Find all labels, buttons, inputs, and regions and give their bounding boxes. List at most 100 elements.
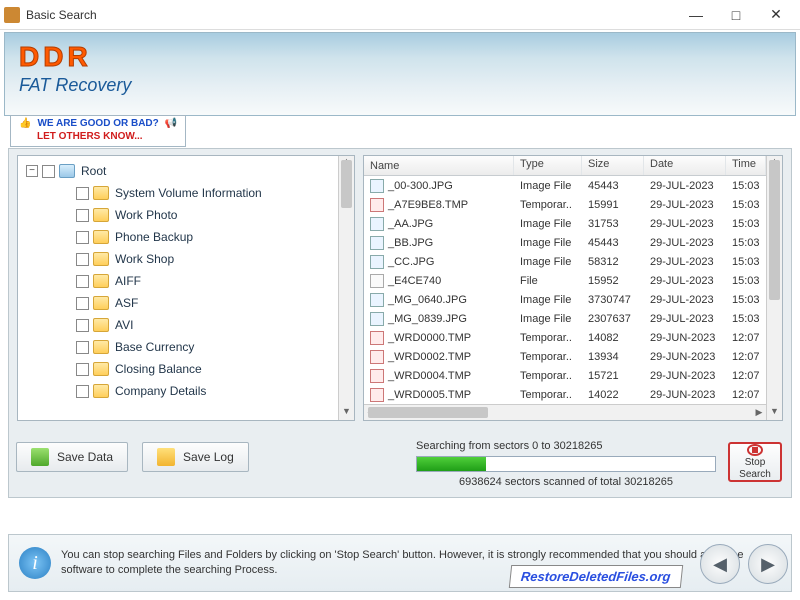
- forward-button[interactable]: ▶: [748, 544, 788, 584]
- tree-item[interactable]: Work Shop: [20, 248, 352, 270]
- file-list-pane: Name Type Size Date Time _00-300.JPGImag…: [363, 155, 783, 421]
- feedback-button[interactable]: 👍 WE ARE GOOD OR BAD? 📢 LET OTHERS KNOW.…: [10, 115, 186, 147]
- file-icon: [370, 274, 384, 288]
- file-time: 15:03: [726, 256, 766, 268]
- stop-icon: [747, 444, 763, 456]
- col-name[interactable]: Name: [364, 156, 514, 175]
- folder-icon: [93, 186, 109, 200]
- checkbox[interactable]: [76, 253, 89, 266]
- checkbox[interactable]: [76, 341, 89, 354]
- tree-item[interactable]: ASF: [20, 292, 352, 314]
- file-size: 13934: [582, 351, 644, 363]
- col-date[interactable]: Date: [644, 156, 726, 175]
- tree-item[interactable]: AVI: [20, 314, 352, 336]
- table-row[interactable]: _CC.JPGImage File5831229-JUL-202315:03: [364, 252, 782, 271]
- file-type: Temporar..: [514, 332, 582, 344]
- checkbox[interactable]: [76, 297, 89, 310]
- stop-search-button[interactable]: Stop Search: [728, 442, 782, 482]
- tree-item[interactable]: Closing Balance: [20, 358, 352, 380]
- scroll-thumb[interactable]: [341, 160, 352, 208]
- table-row[interactable]: _MG_0640.JPGImage File373074729-JUL-2023…: [364, 290, 782, 309]
- col-size[interactable]: Size: [582, 156, 644, 175]
- feedback-line1: WE ARE GOOD OR BAD?: [37, 118, 158, 129]
- table-row[interactable]: _WRD0000.TMPTemporar..1408229-JUN-202312…: [364, 328, 782, 347]
- table-row[interactable]: _MG_0839.JPGImage File230763729-JUL-2023…: [364, 309, 782, 328]
- folder-icon: [93, 318, 109, 332]
- file-name: _WRD0002.TMP: [388, 351, 471, 363]
- tree-item[interactable]: Company Details: [20, 380, 352, 402]
- tree-item[interactable]: AIFF: [20, 270, 352, 292]
- table-row[interactable]: _BB.JPGImage File4544329-JUL-202315:03: [364, 233, 782, 252]
- stop-label-1: Stop: [745, 457, 766, 468]
- file-icon: [370, 350, 384, 364]
- checkbox[interactable]: [42, 165, 55, 178]
- progress-area: Searching from sectors 0 to 30218265 693…: [416, 440, 716, 488]
- back-button[interactable]: ◀: [700, 544, 740, 584]
- checkbox[interactable]: [76, 231, 89, 244]
- table-row[interactable]: _WRD0004.TMPTemporar..1572129-JUN-202312…: [364, 366, 782, 385]
- col-time[interactable]: Time: [726, 156, 766, 175]
- checkbox[interactable]: [76, 385, 89, 398]
- url-badge[interactable]: RestoreDeletedFiles.org: [509, 565, 683, 588]
- checkbox[interactable]: [76, 209, 89, 222]
- tree-root[interactable]: −Root: [20, 160, 352, 182]
- file-date: 29-JUL-2023: [644, 275, 726, 287]
- file-time: 12:07: [726, 332, 766, 344]
- file-time: 15:03: [726, 237, 766, 249]
- scroll-down-icon[interactable]: ▼: [339, 406, 354, 420]
- minimize-button[interactable]: —: [676, 3, 716, 27]
- tree-pane: −RootSystem Volume Information Work Photo…: [17, 155, 355, 421]
- progress-bar: [416, 456, 716, 472]
- tree-item[interactable]: Work Photo: [20, 204, 352, 226]
- save-data-button[interactable]: Save Data: [16, 442, 128, 472]
- tree-item-label: Work Shop: [115, 252, 174, 266]
- table-row[interactable]: _AA.JPGImage File3175329-JUL-202315:03: [364, 214, 782, 233]
- checkbox[interactable]: [76, 363, 89, 376]
- scroll-thumb[interactable]: [368, 407, 488, 418]
- table-row[interactable]: _00-300.JPGImage File4544329-JUL-202315:…: [364, 176, 782, 195]
- file-date: 29-JUL-2023: [644, 237, 726, 249]
- tree-vertical-scrollbar[interactable]: ▲ ▼: [338, 156, 354, 420]
- collapse-icon[interactable]: −: [26, 165, 38, 177]
- checkbox[interactable]: [76, 187, 89, 200]
- scroll-down-icon[interactable]: ▼: [767, 406, 782, 420]
- save-data-label: Save Data: [57, 450, 113, 464]
- file-size: 15721: [582, 370, 644, 382]
- checkbox[interactable]: [76, 319, 89, 332]
- file-type: Temporar..: [514, 199, 582, 211]
- file-size: 45443: [582, 180, 644, 192]
- tree-item-label: Work Photo: [115, 208, 177, 222]
- scroll-right-icon[interactable]: ▶: [752, 405, 766, 420]
- file-icon: [370, 255, 384, 269]
- tree-item[interactable]: Phone Backup: [20, 226, 352, 248]
- save-log-button[interactable]: Save Log: [142, 442, 249, 472]
- table-row[interactable]: _WRD0002.TMPTemporar..1393429-JUN-202312…: [364, 347, 782, 366]
- file-name: _CC.JPG: [388, 256, 434, 268]
- banner: DDR FAT Recovery: [4, 32, 796, 116]
- file-icon: [370, 179, 384, 193]
- list-header: Name Type Size Date Time: [364, 156, 782, 176]
- tree-item-label: Phone Backup: [115, 230, 193, 244]
- file-date: 29-JUN-2023: [644, 370, 726, 382]
- scroll-thumb[interactable]: [769, 160, 780, 300]
- tree-item[interactable]: System Volume Information: [20, 182, 352, 204]
- table-row[interactable]: _E4CE740File1595229-JUL-202315:03: [364, 271, 782, 290]
- list-vertical-scrollbar[interactable]: ▲ ▼: [766, 156, 782, 420]
- maximize-button[interactable]: □: [716, 3, 756, 27]
- tree-item[interactable]: Base Currency: [20, 336, 352, 358]
- table-row[interactable]: _WRD0005.TMPTemporar..1402229-JUN-202312…: [364, 385, 782, 404]
- file-name: _WRD0004.TMP: [388, 370, 471, 382]
- col-type[interactable]: Type: [514, 156, 582, 175]
- table-row[interactable]: _A7E9BE8.TMPTemporar..1599129-JUL-202315…: [364, 195, 782, 214]
- checkbox[interactable]: [76, 275, 89, 288]
- folder-icon: [93, 208, 109, 222]
- tree-item-label: Closing Balance: [115, 362, 202, 376]
- folder-icon: [93, 252, 109, 266]
- list-horizontal-scrollbar[interactable]: ◀ ▶: [364, 404, 766, 420]
- file-type: Image File: [514, 218, 582, 230]
- feedback-bar: 👍 WE ARE GOOD OR BAD? 📢 LET OTHERS KNOW.…: [10, 120, 790, 142]
- window-title: Basic Search: [26, 8, 676, 22]
- close-button[interactable]: ✕: [756, 3, 796, 27]
- file-size: 14022: [582, 389, 644, 401]
- file-name: _WRD0005.TMP: [388, 389, 471, 401]
